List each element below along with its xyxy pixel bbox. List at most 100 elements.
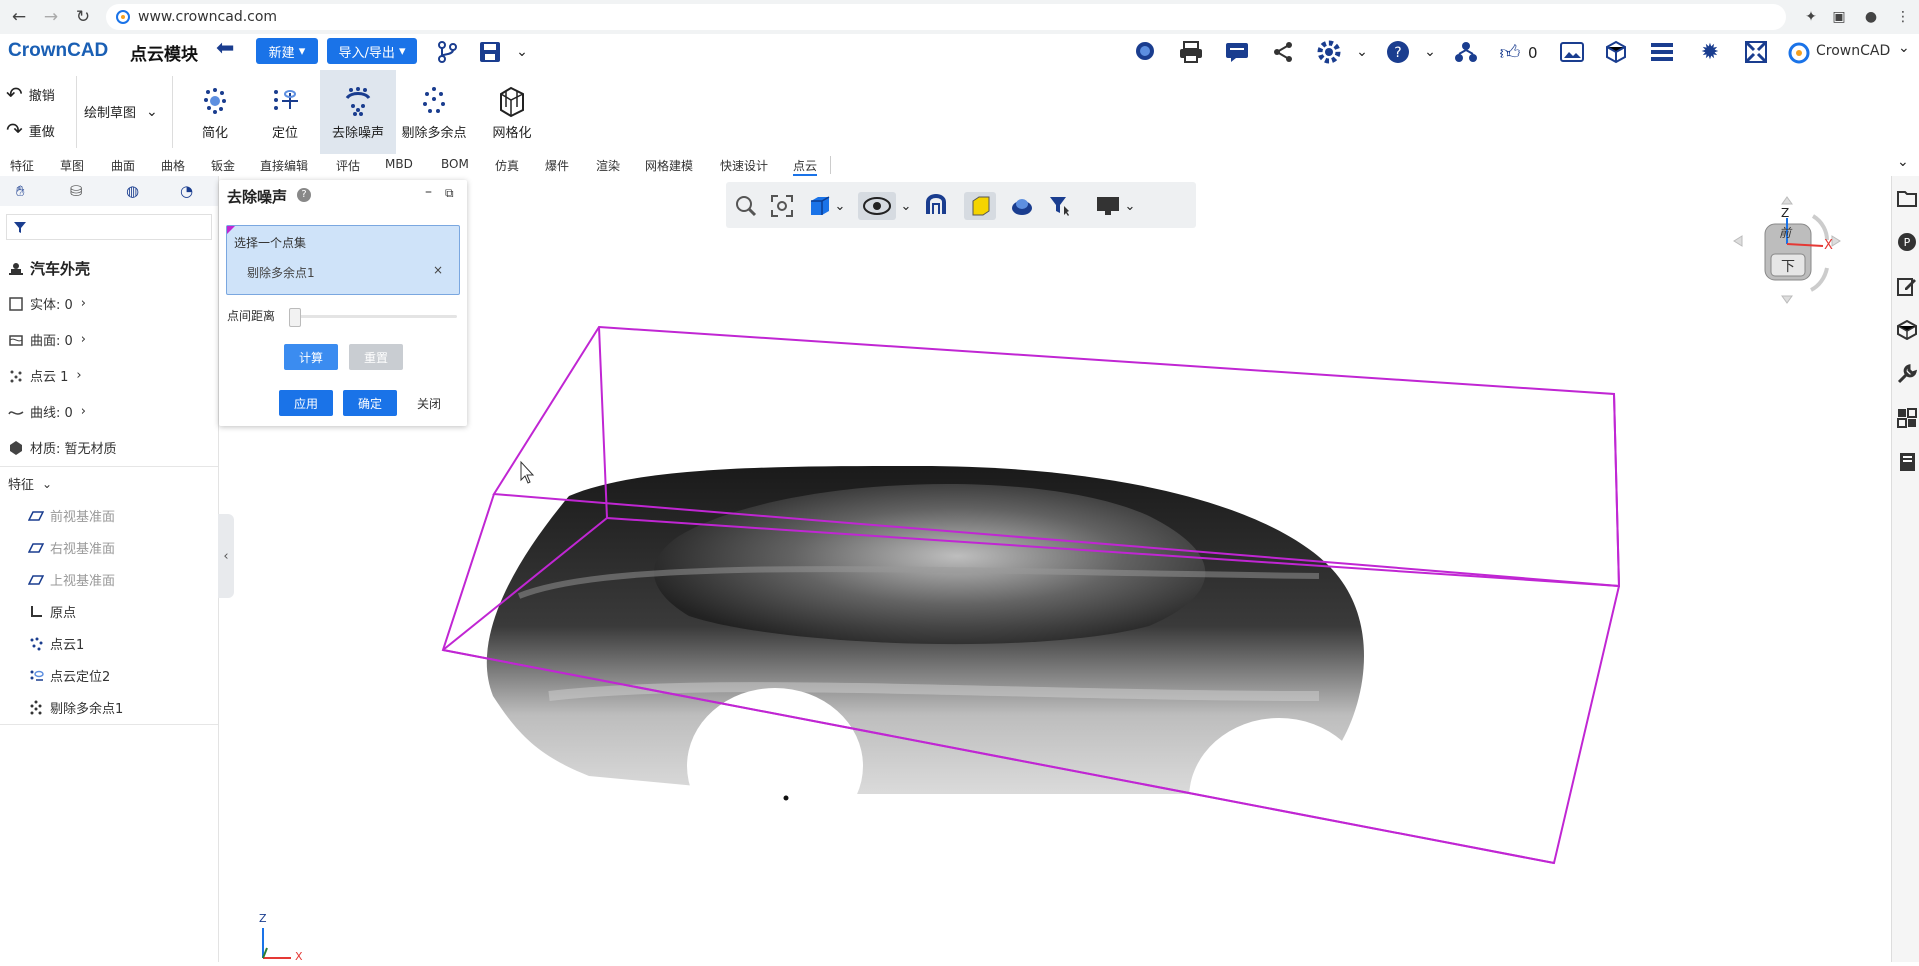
- apply-button[interactable]: 应用: [279, 390, 333, 416]
- denoise-button[interactable]: 去除噪声: [320, 70, 396, 154]
- save-dropdown-icon[interactable]: ⌄: [508, 38, 536, 66]
- community-icon[interactable]: [1452, 38, 1480, 66]
- redo-button[interactable]: ↷ 重做: [6, 118, 55, 142]
- package-icon[interactable]: [1602, 38, 1630, 66]
- theme-sun-icon[interactable]: ✹: [1696, 38, 1724, 66]
- tab-render[interactable]: 渲染: [596, 157, 620, 174]
- tree-filter-input[interactable]: [6, 214, 212, 240]
- search-icon[interactable]: [1132, 38, 1160, 66]
- save-icon[interactable]: [476, 38, 504, 66]
- distance-slider[interactable]: [289, 308, 457, 327]
- view-cube[interactable]: Z X 前 下: [1727, 196, 1847, 316]
- tree-root[interactable]: 汽车外壳: [8, 258, 90, 279]
- branch-icon[interactable]: [433, 38, 461, 66]
- edit-notes-icon[interactable]: [1897, 276, 1917, 296]
- panel-collapse-handle[interactable]: ‹: [218, 514, 234, 598]
- ribbon-collapse-icon[interactable]: ⌄: [1897, 154, 1909, 170]
- reload-icon[interactable]: ↻: [72, 6, 94, 28]
- account-name[interactable]: CrownCAD: [1816, 43, 1890, 59]
- tree-tab-view-icon[interactable]: ◔: [180, 182, 193, 200]
- tab-explode[interactable]: 爆件: [545, 157, 569, 174]
- tree-pointclouds[interactable]: 点云 1 ›: [8, 366, 82, 385]
- visibility-eye-icon[interactable]: [858, 192, 896, 220]
- zoom-area-icon[interactable]: [732, 192, 760, 220]
- tree-tab-features-icon[interactable]: ✋︎: [16, 182, 25, 200]
- layers-icon[interactable]: [1648, 38, 1676, 66]
- settings-dropdown-icon[interactable]: ⌄: [1348, 38, 1376, 66]
- parameters-icon[interactable]: P: [1897, 232, 1917, 252]
- sketch-select[interactable]: 绘制草图 ⌄: [84, 102, 158, 122]
- tree-tab-globe-icon[interactable]: ◍: [126, 182, 139, 200]
- back-icon[interactable]: ←: [8, 6, 30, 28]
- tree-item-front-plane[interactable]: 前视基准面: [28, 506, 115, 525]
- tree-item-pointcloud-locate2[interactable]: 点云定位2: [28, 666, 110, 685]
- display-dropdown-icon[interactable]: ⌄: [1122, 192, 1138, 220]
- tree-item-remove-points1[interactable]: 剔除多余点1: [28, 698, 123, 717]
- help-dropdown-icon[interactable]: ⌄: [1416, 38, 1444, 66]
- tree-item-pointcloud1[interactable]: 点云1: [28, 634, 84, 653]
- restore-icon[interactable]: ⧉: [445, 186, 454, 201]
- locate-button[interactable]: 定位: [260, 70, 310, 154]
- render-mode-icon[interactable]: [1008, 192, 1036, 220]
- view-cube-bottom-face[interactable]: 下: [1781, 256, 1795, 276]
- tab-mbd[interactable]: MBD: [385, 157, 413, 171]
- minimize-icon[interactable]: –: [425, 184, 432, 200]
- browser-menu-icon[interactable]: ⋮: [1892, 6, 1914, 28]
- view-cube-front-face[interactable]: 前: [1779, 224, 1791, 241]
- visibility-dropdown-icon[interactable]: ⌄: [898, 192, 914, 220]
- mesh-button[interactable]: 网格化: [484, 70, 540, 154]
- tab-sheetmetal[interactable]: 钣金: [211, 157, 235, 174]
- remove-selection-icon[interactable]: ×: [433, 263, 443, 277]
- undo-button[interactable]: ↶ 撤销: [6, 82, 55, 106]
- import-export-button[interactable]: 导入/导出 ▾: [327, 38, 417, 64]
- extensions-icon[interactable]: ✦: [1800, 6, 1822, 28]
- tab-surface[interactable]: 曲面: [111, 157, 135, 174]
- selected-pointset-item[interactable]: 剔除多余点1: [247, 264, 315, 281]
- tree-item-top-plane[interactable]: 上视基准面: [28, 570, 115, 589]
- image-icon[interactable]: [1558, 38, 1586, 66]
- tree-tab-assembly-icon[interactable]: ⛁: [70, 182, 83, 200]
- settings-gear-icon[interactable]: [1315, 38, 1343, 66]
- address-bar[interactable]: www.crowncad.com: [106, 4, 1786, 30]
- fullscreen-icon[interactable]: [1742, 38, 1770, 66]
- like-icon[interactable]: 👍︎: [1496, 38, 1524, 66]
- view-orientation-dropdown-icon[interactable]: ⌄: [832, 192, 848, 220]
- comment-icon[interactable]: [1223, 38, 1251, 66]
- shaded-display-icon[interactable]: [964, 192, 996, 220]
- tab-bom[interactable]: BOM: [441, 157, 469, 171]
- tree-item-origin[interactable]: 原点: [28, 602, 76, 621]
- 3d-viewport[interactable]: Z X 前 下 Z X: [219, 176, 1891, 963]
- back-arrow-icon[interactable]: ⬅: [216, 36, 234, 61]
- sidebar-toggle-icon[interactable]: ▣: [1828, 6, 1850, 28]
- pointcloud-car-model[interactable]: [486, 466, 1429, 914]
- tree-item-right-plane[interactable]: 右视基准面: [28, 538, 115, 557]
- forward-icon[interactable]: →: [40, 6, 62, 28]
- remove-points-button[interactable]: 剔除多余点: [396, 70, 472, 154]
- model-library-icon[interactable]: [1897, 319, 1917, 341]
- selection-filter-icon[interactable]: [1046, 192, 1074, 220]
- folder-icon[interactable]: [1897, 188, 1917, 208]
- print-icon[interactable]: [1177, 38, 1205, 66]
- tree-surfaces[interactable]: 曲面: 0 ›: [8, 330, 86, 349]
- section-view-icon[interactable]: [922, 192, 950, 220]
- close-button[interactable]: 关闭: [417, 395, 441, 412]
- new-button[interactable]: 新建 ▾: [256, 38, 318, 64]
- share-icon[interactable]: [1269, 38, 1297, 66]
- account-dropdown-icon[interactable]: ⌄: [1898, 40, 1910, 56]
- wrench-icon[interactable]: [1897, 364, 1918, 384]
- tab-simulation[interactable]: 仿真: [495, 157, 519, 174]
- view-orientation-icon[interactable]: [806, 192, 834, 220]
- tab-pointcloud[interactable]: 点云: [793, 157, 818, 176]
- reset-button[interactable]: 重置: [349, 344, 403, 370]
- profile-icon[interactable]: ●: [1860, 6, 1882, 28]
- tab-sketch[interactable]: 草图: [60, 157, 84, 174]
- tree-curves[interactable]: 曲线: 0 ›: [8, 402, 86, 421]
- help-icon[interactable]: ?: [297, 188, 311, 202]
- zoom-fit-icon[interactable]: [768, 192, 796, 220]
- tab-evaluate[interactable]: 评估: [336, 157, 360, 174]
- tree-solids[interactable]: 实体: 0 ›: [8, 294, 86, 313]
- tab-direct-edit[interactable]: 直接编辑: [260, 157, 308, 174]
- display-settings-icon[interactable]: [1094, 192, 1122, 220]
- book-icon[interactable]: [1897, 452, 1917, 472]
- ok-button[interactable]: 确定: [343, 390, 397, 416]
